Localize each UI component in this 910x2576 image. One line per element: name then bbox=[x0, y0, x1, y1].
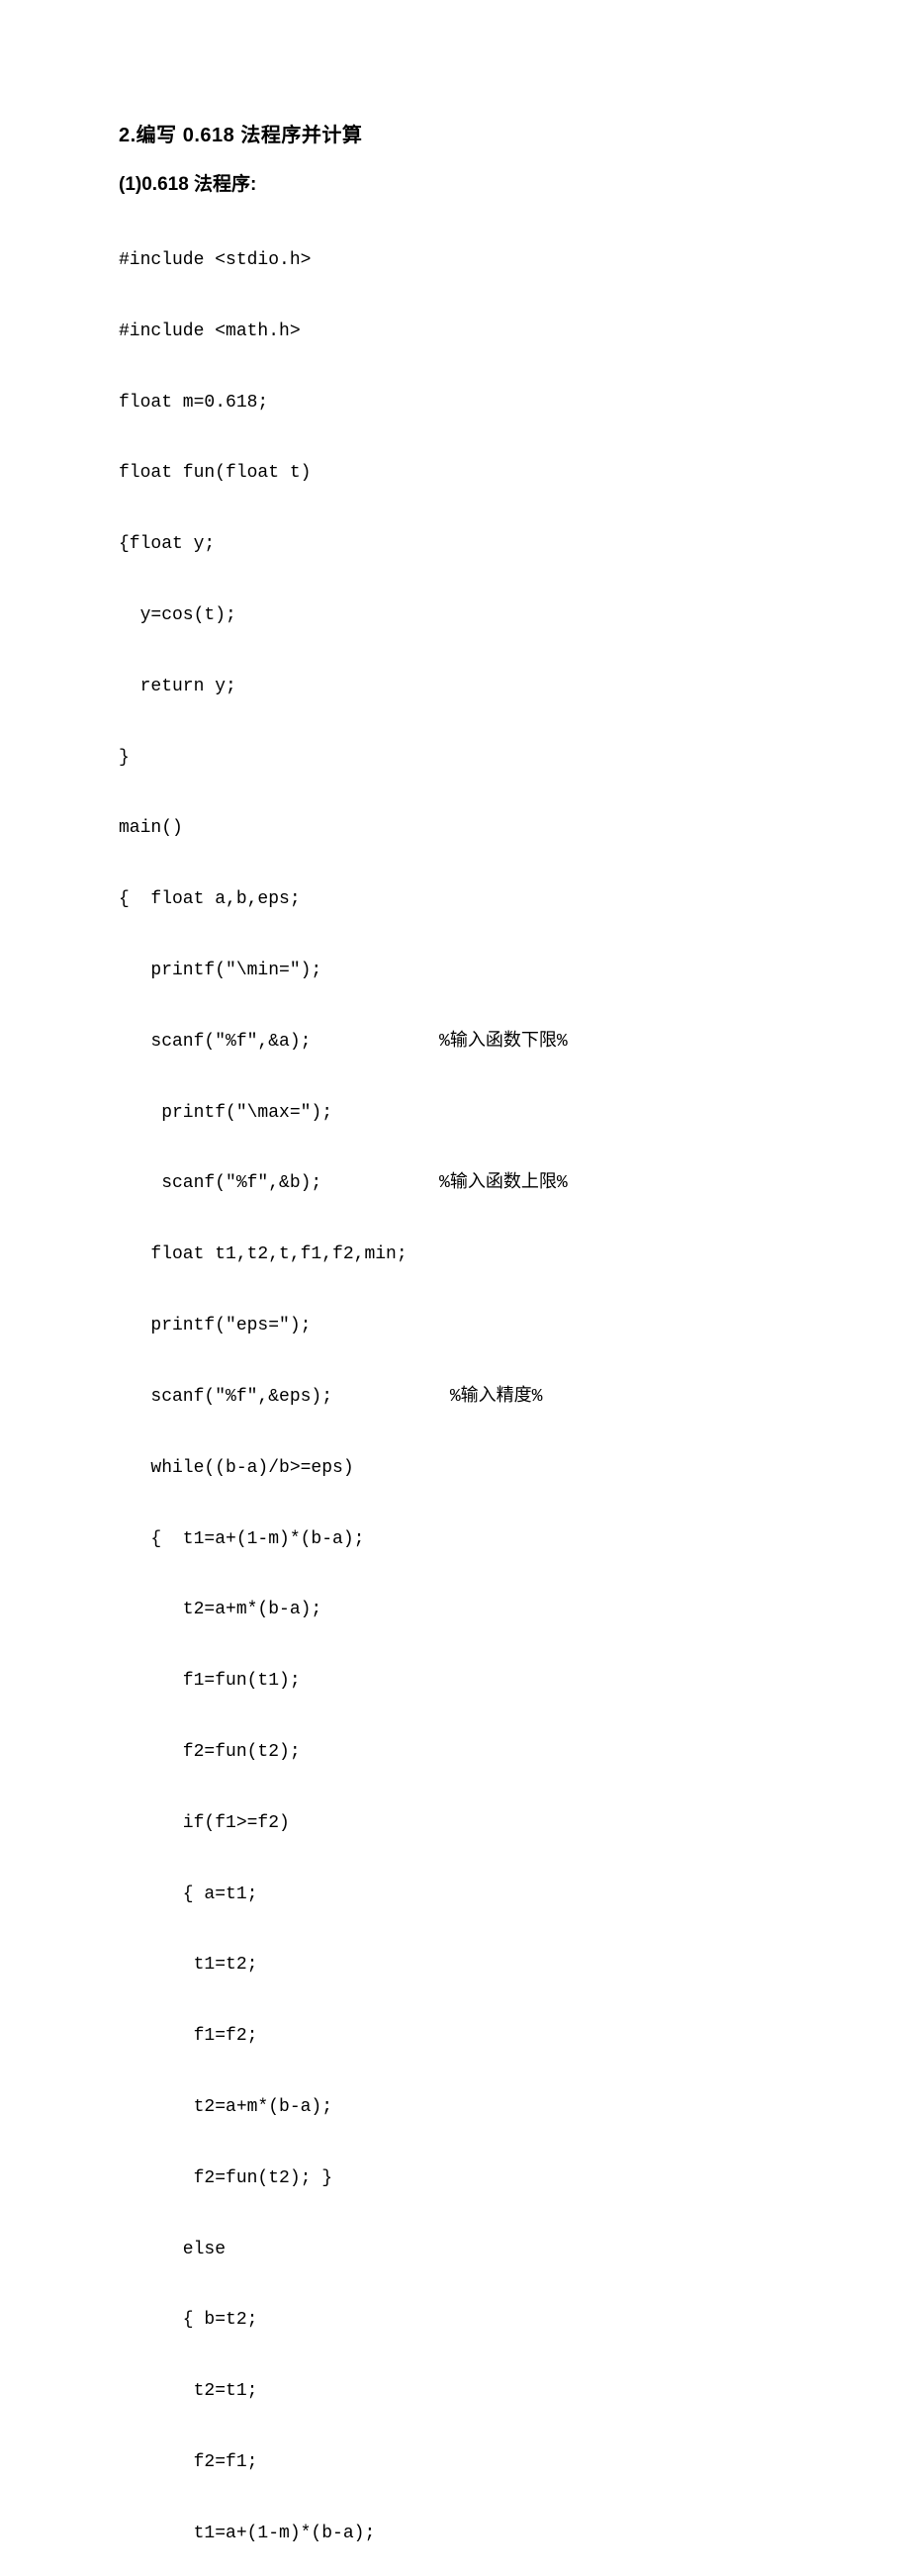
code-line: f1=fun(t1); bbox=[119, 1670, 791, 1694]
code-line: t2=t1; bbox=[119, 2380, 791, 2404]
code-line: float fun(float t) bbox=[119, 462, 791, 486]
section-heading: 2.编写 0.618 法程序并计算 bbox=[119, 119, 791, 147]
code-line: t2=a+m*(b-a); bbox=[119, 2096, 791, 2120]
code-line: printf("\max="); bbox=[119, 1102, 791, 1126]
code-line: t2=a+m*(b-a); bbox=[119, 1599, 791, 1622]
code-line: { b=t2; bbox=[119, 2309, 791, 2333]
code-line: main() bbox=[119, 817, 791, 841]
code-line: f2=f1; bbox=[119, 2451, 791, 2475]
code-block: #include <stdio.h> #include <math.h> flo… bbox=[119, 202, 791, 2576]
code-line: y=cos(t); bbox=[119, 604, 791, 628]
code-line: f2=fun(t2); bbox=[119, 1741, 791, 1765]
code-line: } bbox=[119, 747, 791, 771]
code-line: else bbox=[119, 2239, 791, 2262]
code-line: scanf("%f",&b); %输入函数上限% bbox=[119, 1172, 791, 1196]
code-line: float m=0.618; bbox=[119, 392, 791, 415]
code-line: while((b-a)/b>=eps) bbox=[119, 1457, 791, 1481]
code-line: scanf("%f",&eps); %输入精度% bbox=[119, 1386, 791, 1410]
code-line: f2=fun(t2); } bbox=[119, 2167, 791, 2191]
document-page: 2.编写 0.618 法程序并计算 (1)0.618 法程序: #include… bbox=[0, 0, 910, 2576]
code-line: t1=a+(1-m)*(b-a); bbox=[119, 2523, 791, 2546]
code-line: float t1,t2,t,f1,f2,min; bbox=[119, 1243, 791, 1267]
code-line: printf("eps="); bbox=[119, 1315, 791, 1338]
code-line: printf("\min="); bbox=[119, 960, 791, 983]
code-line: if(f1>=f2) bbox=[119, 1812, 791, 1836]
code-line: { float a,b,eps; bbox=[119, 888, 791, 912]
code-line: t1=t2; bbox=[119, 1954, 791, 1978]
code-line: #include <stdio.h> bbox=[119, 249, 791, 273]
code-line: f1=f2; bbox=[119, 2025, 791, 2049]
code-line: {float y; bbox=[119, 533, 791, 557]
subsection-heading: (1)0.618 法程序: bbox=[119, 169, 791, 196]
code-line: #include <math.h> bbox=[119, 321, 791, 344]
code-line: { a=t1; bbox=[119, 1884, 791, 1907]
code-line: { t1=a+(1-m)*(b-a); bbox=[119, 1528, 791, 1552]
code-line: scanf("%f",&a); %输入函数下限% bbox=[119, 1031, 791, 1055]
code-line: return y; bbox=[119, 676, 791, 699]
